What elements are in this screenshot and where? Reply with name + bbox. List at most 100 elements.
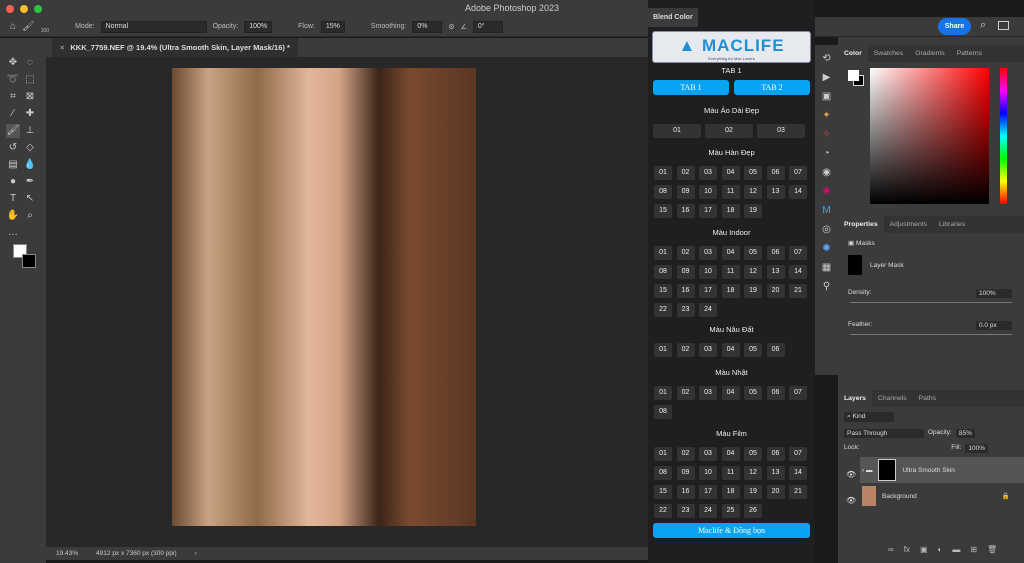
preset-button[interactable]: 03 [699, 343, 717, 357]
preset-button[interactable]: 01 [654, 447, 672, 461]
preset-button[interactable]: 01 [654, 166, 672, 180]
tab-channels[interactable]: Channels [872, 390, 913, 407]
preset-button[interactable]: 13 [766, 265, 785, 279]
zoom-level[interactable]: 19.43% [56, 550, 78, 557]
preset-button[interactable]: 19 [744, 204, 762, 218]
preset-button[interactable]: 01 [654, 386, 672, 400]
plugin-icon-5[interactable]: ◉ [822, 167, 831, 178]
preset-button[interactable]: 21 [789, 485, 807, 499]
preset-button[interactable]: 24 [699, 303, 717, 317]
search-icon[interactable]: ⌕ [980, 19, 986, 32]
healing-tool-icon[interactable]: ✚ [23, 107, 37, 121]
preset-button[interactable]: 13 [766, 466, 785, 480]
brush-icon[interactable]: 🖌 [22, 21, 35, 32]
preset-button[interactable]: 23 [676, 504, 695, 518]
preset-button[interactable]: 04 [721, 246, 740, 260]
workspace-icon[interactable] [998, 21, 1009, 30]
preset-button[interactable]: 20 [766, 284, 785, 298]
flow-input[interactable]: 15% [320, 20, 345, 33]
preset-button[interactable]: 01 [654, 343, 672, 357]
feather-input[interactable]: 0.0 px [976, 321, 1012, 330]
trash-icon[interactable]: 🗑 [987, 545, 997, 554]
preset-button[interactable]: 07 [789, 386, 807, 400]
layer-mask-thumbnail[interactable] [878, 459, 897, 481]
visibility-eye-icon[interactable]: 👁 [846, 470, 856, 479]
pen-tool-icon[interactable]: ✒ [23, 175, 37, 189]
preset-button[interactable]: 06 [766, 447, 785, 461]
preset-button[interactable]: 16 [676, 284, 695, 298]
preset-button[interactable]: 03 [699, 386, 717, 400]
plugin-icon-9[interactable]: ✺ [822, 243, 830, 254]
preset-button[interactable]: 16 [676, 204, 695, 218]
type-tool-icon[interactable]: T [6, 192, 20, 206]
lasso-tool-icon[interactable]: ➰ [6, 73, 20, 87]
blend-mode-select[interactable]: Pass Through [844, 429, 924, 438]
preset-button[interactable]: 02 [676, 386, 695, 400]
preset-button[interactable]: 16 [676, 485, 695, 499]
preset-button[interactable]: 12 [744, 265, 762, 279]
preset-button[interactable]: 06 [766, 343, 785, 357]
tab-color[interactable]: Color [838, 45, 868, 62]
preset-button[interactable]: 12 [744, 466, 762, 480]
select-tool-icon[interactable]: ⬚ [23, 73, 37, 87]
tab-swatches[interactable]: Swatches [868, 45, 909, 62]
tab-libraries[interactable]: Libraries [933, 216, 971, 233]
document-image[interactable] [172, 68, 476, 526]
preset-button[interactable]: 02 [676, 246, 695, 260]
preset-button[interactable]: 07 [789, 447, 807, 461]
tab2-button[interactable]: TAB 2 [734, 80, 810, 95]
blend-color-tab[interactable]: Blend Color [648, 8, 698, 27]
feather-slider[interactable] [850, 334, 1012, 335]
share-button[interactable]: Share [938, 18, 971, 35]
tab1-button[interactable]: TAB 1 [653, 80, 729, 95]
preset-button[interactable]: 20 [766, 485, 785, 499]
preset-button[interactable]: 11 [721, 265, 740, 279]
preset-button[interactable]: 05 [744, 343, 762, 357]
background-color[interactable] [22, 254, 36, 268]
preset-button[interactable]: 06 [766, 166, 785, 180]
home-icon[interactable]: ⌂ [10, 21, 16, 32]
brush-tool-icon[interactable]: 🖌 [6, 124, 20, 138]
new-group-icon[interactable]: ▬ [952, 545, 960, 554]
tab-properties[interactable]: Properties [838, 216, 884, 233]
tab-layers[interactable]: Layers [838, 390, 872, 407]
kind-filter[interactable]: ⌕ Kind [844, 412, 894, 422]
eyedropper-tool-icon[interactable]: ⁄ [6, 107, 20, 121]
more-tools-icon[interactable]: … [6, 226, 20, 240]
path-select-icon[interactable]: ↖ [23, 192, 37, 206]
plugin-icon[interactable]: ▣ [822, 91, 831, 102]
plugin-icon-2[interactable]: ✦ [822, 110, 830, 121]
plugin-icon-8[interactable]: ◎ [822, 224, 831, 235]
layer-opacity-input[interactable]: 85% [955, 429, 975, 438]
preset-button[interactable]: 02 [676, 343, 695, 357]
preset-button[interactable]: 01 [653, 124, 701, 138]
preset-button[interactable]: 03 [699, 447, 717, 461]
stamp-tool-icon[interactable]: ⊥ [23, 124, 37, 138]
layer-row[interactable]: Background 🔒 [838, 483, 1024, 509]
color-field[interactable] [870, 68, 989, 204]
preset-button[interactable]: 15 [654, 485, 672, 499]
mode-select[interactable]: Normal [100, 20, 207, 33]
preset-button[interactable]: 02 [676, 166, 695, 180]
preset-button[interactable]: 07 [789, 246, 807, 260]
preset-button[interactable]: 15 [654, 204, 672, 218]
preset-button[interactable]: 17 [699, 485, 717, 499]
preset-button[interactable]: 04 [721, 166, 740, 180]
brush-size[interactable]: 100 [41, 28, 49, 34]
actions-play-icon[interactable]: ▶ [823, 72, 831, 83]
plugin-icon-10[interactable]: ▦ [822, 262, 831, 273]
hue-slider[interactable] [1000, 68, 1007, 204]
adjustment-icon[interactable]: ◐ [938, 545, 943, 554]
preset-button[interactable]: 18 [721, 485, 740, 499]
document-tab[interactable]: × KKK_7759.NEF @ 19.4% (Ultra Smooth Skin… [52, 38, 298, 57]
preset-button[interactable]: 23 [676, 303, 695, 317]
preset-button[interactable]: 22 [654, 303, 672, 317]
tab-patterns[interactable]: Patterns [951, 45, 988, 62]
preset-button[interactable]: 08 [654, 405, 672, 419]
preset-button[interactable]: 08 [654, 265, 672, 279]
density-input[interactable]: 100% [976, 289, 1012, 298]
preset-button[interactable]: 17 [699, 204, 717, 218]
angle-input[interactable]: 0° [472, 20, 503, 33]
preset-button[interactable]: 05 [744, 166, 762, 180]
plugin-icon-3[interactable]: ✧ [822, 129, 830, 140]
